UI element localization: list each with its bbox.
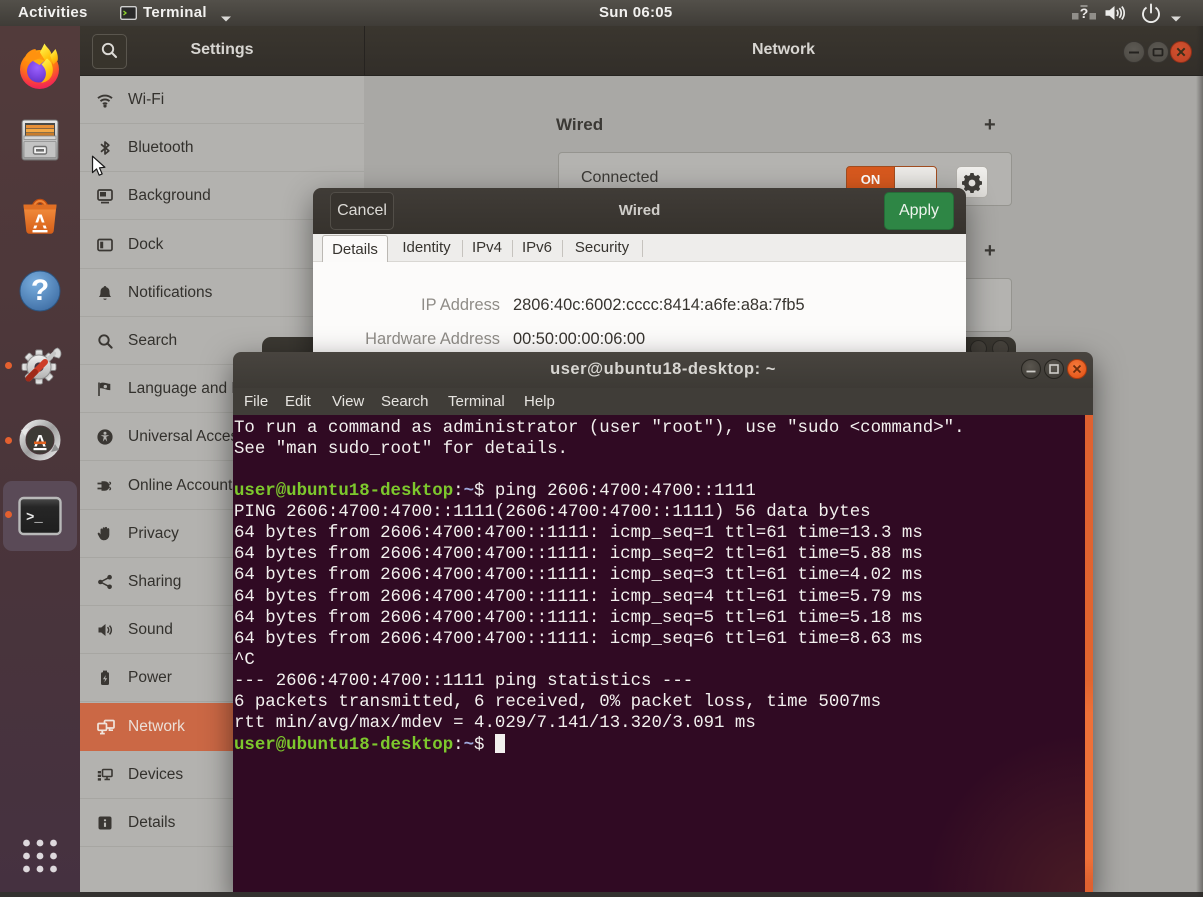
svg-text:A: A [34,432,46,451]
svg-text:?: ? [1080,5,1089,21]
svg-text:?: ? [31,274,49,307]
svg-text:>_: >_ [26,510,43,526]
